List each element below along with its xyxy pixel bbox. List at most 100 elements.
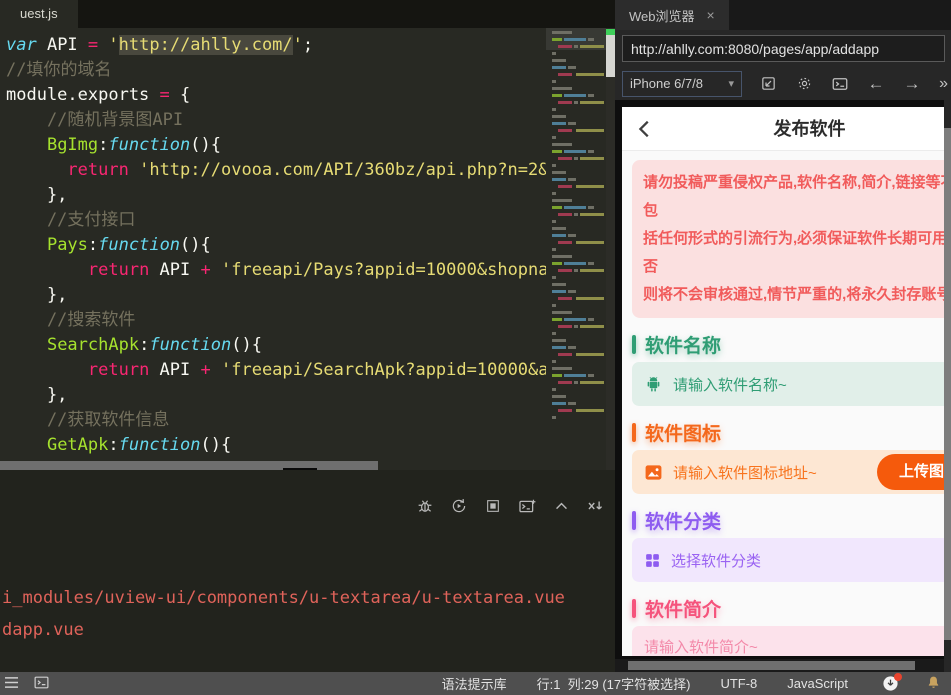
preview-horizontal-scroll-thumb[interactable] — [628, 661, 915, 670]
more-chevrons-icon[interactable]: » — [939, 75, 948, 93]
restart-icon[interactable] — [449, 496, 469, 516]
browser-tab[interactable]: Web浏览器 × — [615, 0, 729, 30]
settings-gear-icon[interactable] — [794, 75, 814, 92]
menu-lines-icon[interactable] — [4, 676, 19, 692]
browser-tab-label: Web浏览器 — [629, 8, 695, 24]
placeholder-text: 选择软件分类 — [671, 552, 762, 570]
minimap[interactable] — [546, 31, 606, 467]
upload-image-button[interactable]: 上传图片 — [876, 454, 951, 490]
back-arrow-icon[interactable]: ← — [866, 74, 886, 94]
browser-pane: Web浏览器 × iPhone 6/7/8 ▾ ← → — [615, 0, 951, 672]
preview-vertical-scrollbar[interactable] — [944, 100, 951, 672]
code-line[interactable]: //搜索软件 — [6, 308, 546, 333]
placeholder-text: 请输入软件简介~ — [644, 639, 758, 656]
code-editor[interactable]: var API = 'http://ahlly.com/';//填你的域名 mod… — [0, 28, 615, 470]
editor-pane: uest.js var API = 'http://ahlly.com/';//… — [0, 0, 615, 672]
code-line[interactable]: Pays:function(){ — [6, 233, 546, 258]
console-terminal-icon[interactable] — [830, 75, 850, 93]
section-heading: 软件图标 — [632, 419, 951, 446]
page-preview: 发布软件 请勿投稿严重侵权产品,软件名称,简介,链接等不得包 括任何形式的引流行为… — [615, 100, 951, 672]
statusbar: 语法提示库 行:1 列:29 (17字符被选择) UTF-8 JavaScript — [0, 672, 951, 695]
stop-icon[interactable] — [483, 496, 503, 516]
editor-vertical-scrollbar[interactable] — [606, 28, 615, 470]
code-line[interactable]: //获取软件信息 — [6, 408, 546, 433]
console-log-line[interactable]: dapp.vue — [2, 614, 565, 646]
code-line[interactable]: var API = 'http://ahlly.com/'; — [6, 33, 546, 58]
download-update-icon[interactable] — [882, 673, 902, 692]
placeholder-text: 请输入软件名称~ — [673, 376, 787, 394]
text-input-row[interactable]: 请输入软件名称~ — [632, 362, 951, 406]
statusbar-right-icons — [882, 673, 941, 693]
preview-vertical-scroll-thumb[interactable] — [944, 128, 951, 640]
code-line[interactable]: SearchApk:function(){ — [6, 333, 546, 358]
category-select-row[interactable]: 选择软件分类 — [632, 538, 951, 582]
device-row: iPhone 6/7/8 ▾ ← → » — [622, 70, 948, 97]
code-line[interactable]: module.exports = { — [6, 83, 546, 108]
console-toolbar — [415, 496, 605, 516]
code-line[interactable]: }, — [6, 283, 546, 308]
terminal-box-icon[interactable] — [33, 674, 50, 694]
form-page: 请勿投稿严重侵权产品,软件名称,简介,链接等不得包 括任何形式的引流行为,必须保证… — [622, 160, 951, 656]
open-external-icon[interactable] — [758, 75, 778, 92]
section-accent-bar — [632, 423, 636, 442]
browser-toolbar: iPhone 6/7/8 ▾ ← → » — [615, 30, 951, 100]
section-heading: 软件分类 — [632, 507, 951, 534]
clear-console-icon[interactable] — [585, 496, 605, 516]
code-line[interactable]: return API + 'freeapi/SearchApk?appid=10… — [6, 358, 546, 383]
browser-toolbar-icons: ← → — [758, 74, 922, 94]
image-icon — [644, 463, 663, 482]
intro-textarea[interactable]: 请输入软件简介~ — [632, 626, 951, 656]
statusbar-item[interactable]: 行:1 列:29 (17字符被选择) — [537, 674, 691, 693]
bell-icon[interactable] — [926, 675, 941, 693]
statusbar-item[interactable]: JavaScript — [787, 676, 848, 691]
back-chevron-icon[interactable] — [634, 118, 656, 140]
code-line[interactable]: //支付接口 — [6, 208, 546, 233]
code-line[interactable]: //填你的域名 — [6, 58, 546, 83]
section-accent-bar — [632, 335, 636, 354]
console-log-line[interactable]: i_modules/uview-ui/components/u-textarea… — [2, 582, 565, 614]
code-line[interactable]: return API + 'freeapi/Pays?appid=10000&s… — [6, 258, 546, 283]
code-line[interactable]: }, — [6, 183, 546, 208]
preview-horizontal-scrollbar[interactable] — [615, 659, 944, 672]
form-sections: 软件名称请输入软件名称~ 软件图标请输入软件图标地址~ 上传图片软件分类选择软件分类… — [632, 331, 951, 656]
editor-tabbar: uest.js — [0, 0, 615, 28]
close-icon[interactable]: × — [707, 7, 715, 23]
statusbar-items: 语法提示库 行:1 列:29 (17字符被选择) UTF-8 JavaScript — [442, 674, 848, 693]
code-line[interactable]: BgImg:function(){ — [6, 133, 546, 158]
code-area[interactable]: var API = 'http://ahlly.com/';//填你的域名 mod… — [6, 33, 546, 458]
console-panel: i_modules/uview-ui/components/u-textarea… — [0, 470, 615, 672]
section-accent-bar — [632, 599, 636, 618]
url-input[interactable] — [622, 35, 945, 62]
editor-tab-request-js[interactable]: uest.js — [0, 0, 78, 28]
device-select[interactable]: iPhone 6/7/8 ▾ — [622, 70, 742, 97]
code-line[interactable]: //随机背景图API — [6, 108, 546, 133]
warning-box: 请勿投稿严重侵权产品,软件名称,简介,链接等不得包 括任何形式的引流行为,必须保证… — [632, 160, 951, 318]
page-title: 发布软件 — [773, 119, 846, 139]
placeholder-text: 请输入软件图标地址~ — [673, 464, 817, 482]
chevron-down-icon: ▾ — [728, 78, 734, 90]
notification-dot — [894, 673, 902, 681]
browser-tabbar: Web浏览器 × — [615, 0, 951, 30]
grid-icon — [644, 552, 661, 569]
statusbar-item[interactable]: 语法提示库 — [442, 674, 507, 693]
section-heading: 软件简介 — [632, 595, 951, 622]
text-input-row[interactable]: 请输入软件图标地址~ 上传图片 — [632, 450, 951, 494]
code-line[interactable]: return 'http://ovooa.com/API/360bz/api.p… — [6, 158, 546, 183]
code-line[interactable]: GetApk:function(){ — [6, 433, 546, 458]
forward-arrow-icon[interactable]: → — [902, 74, 922, 94]
section-accent-bar — [632, 511, 636, 530]
statusbar-left-icons — [4, 674, 50, 694]
device-select-value: iPhone 6/7/8 — [630, 76, 704, 91]
collapse-panel-icon[interactable] — [551, 496, 571, 516]
section-heading: 软件名称 — [632, 331, 951, 358]
android-icon — [644, 375, 663, 394]
debug-bug-icon[interactable] — [415, 496, 435, 516]
console-logs[interactable]: i_modules/uview-ui/components/u-textarea… — [2, 582, 565, 646]
new-terminal-icon[interactable] — [517, 496, 537, 516]
code-line[interactable]: }, — [6, 383, 546, 408]
mobile-navbar: 发布软件 — [622, 107, 951, 151]
editor-vertical-scroll-thumb[interactable] — [606, 35, 615, 77]
editor-horizontal-scroll-thumb[interactable] — [0, 461, 378, 470]
statusbar-item[interactable]: UTF-8 — [720, 676, 757, 691]
mobile-viewport: 发布软件 请勿投稿严重侵权产品,软件名称,简介,链接等不得包 括任何形式的引流行为… — [622, 107, 951, 656]
